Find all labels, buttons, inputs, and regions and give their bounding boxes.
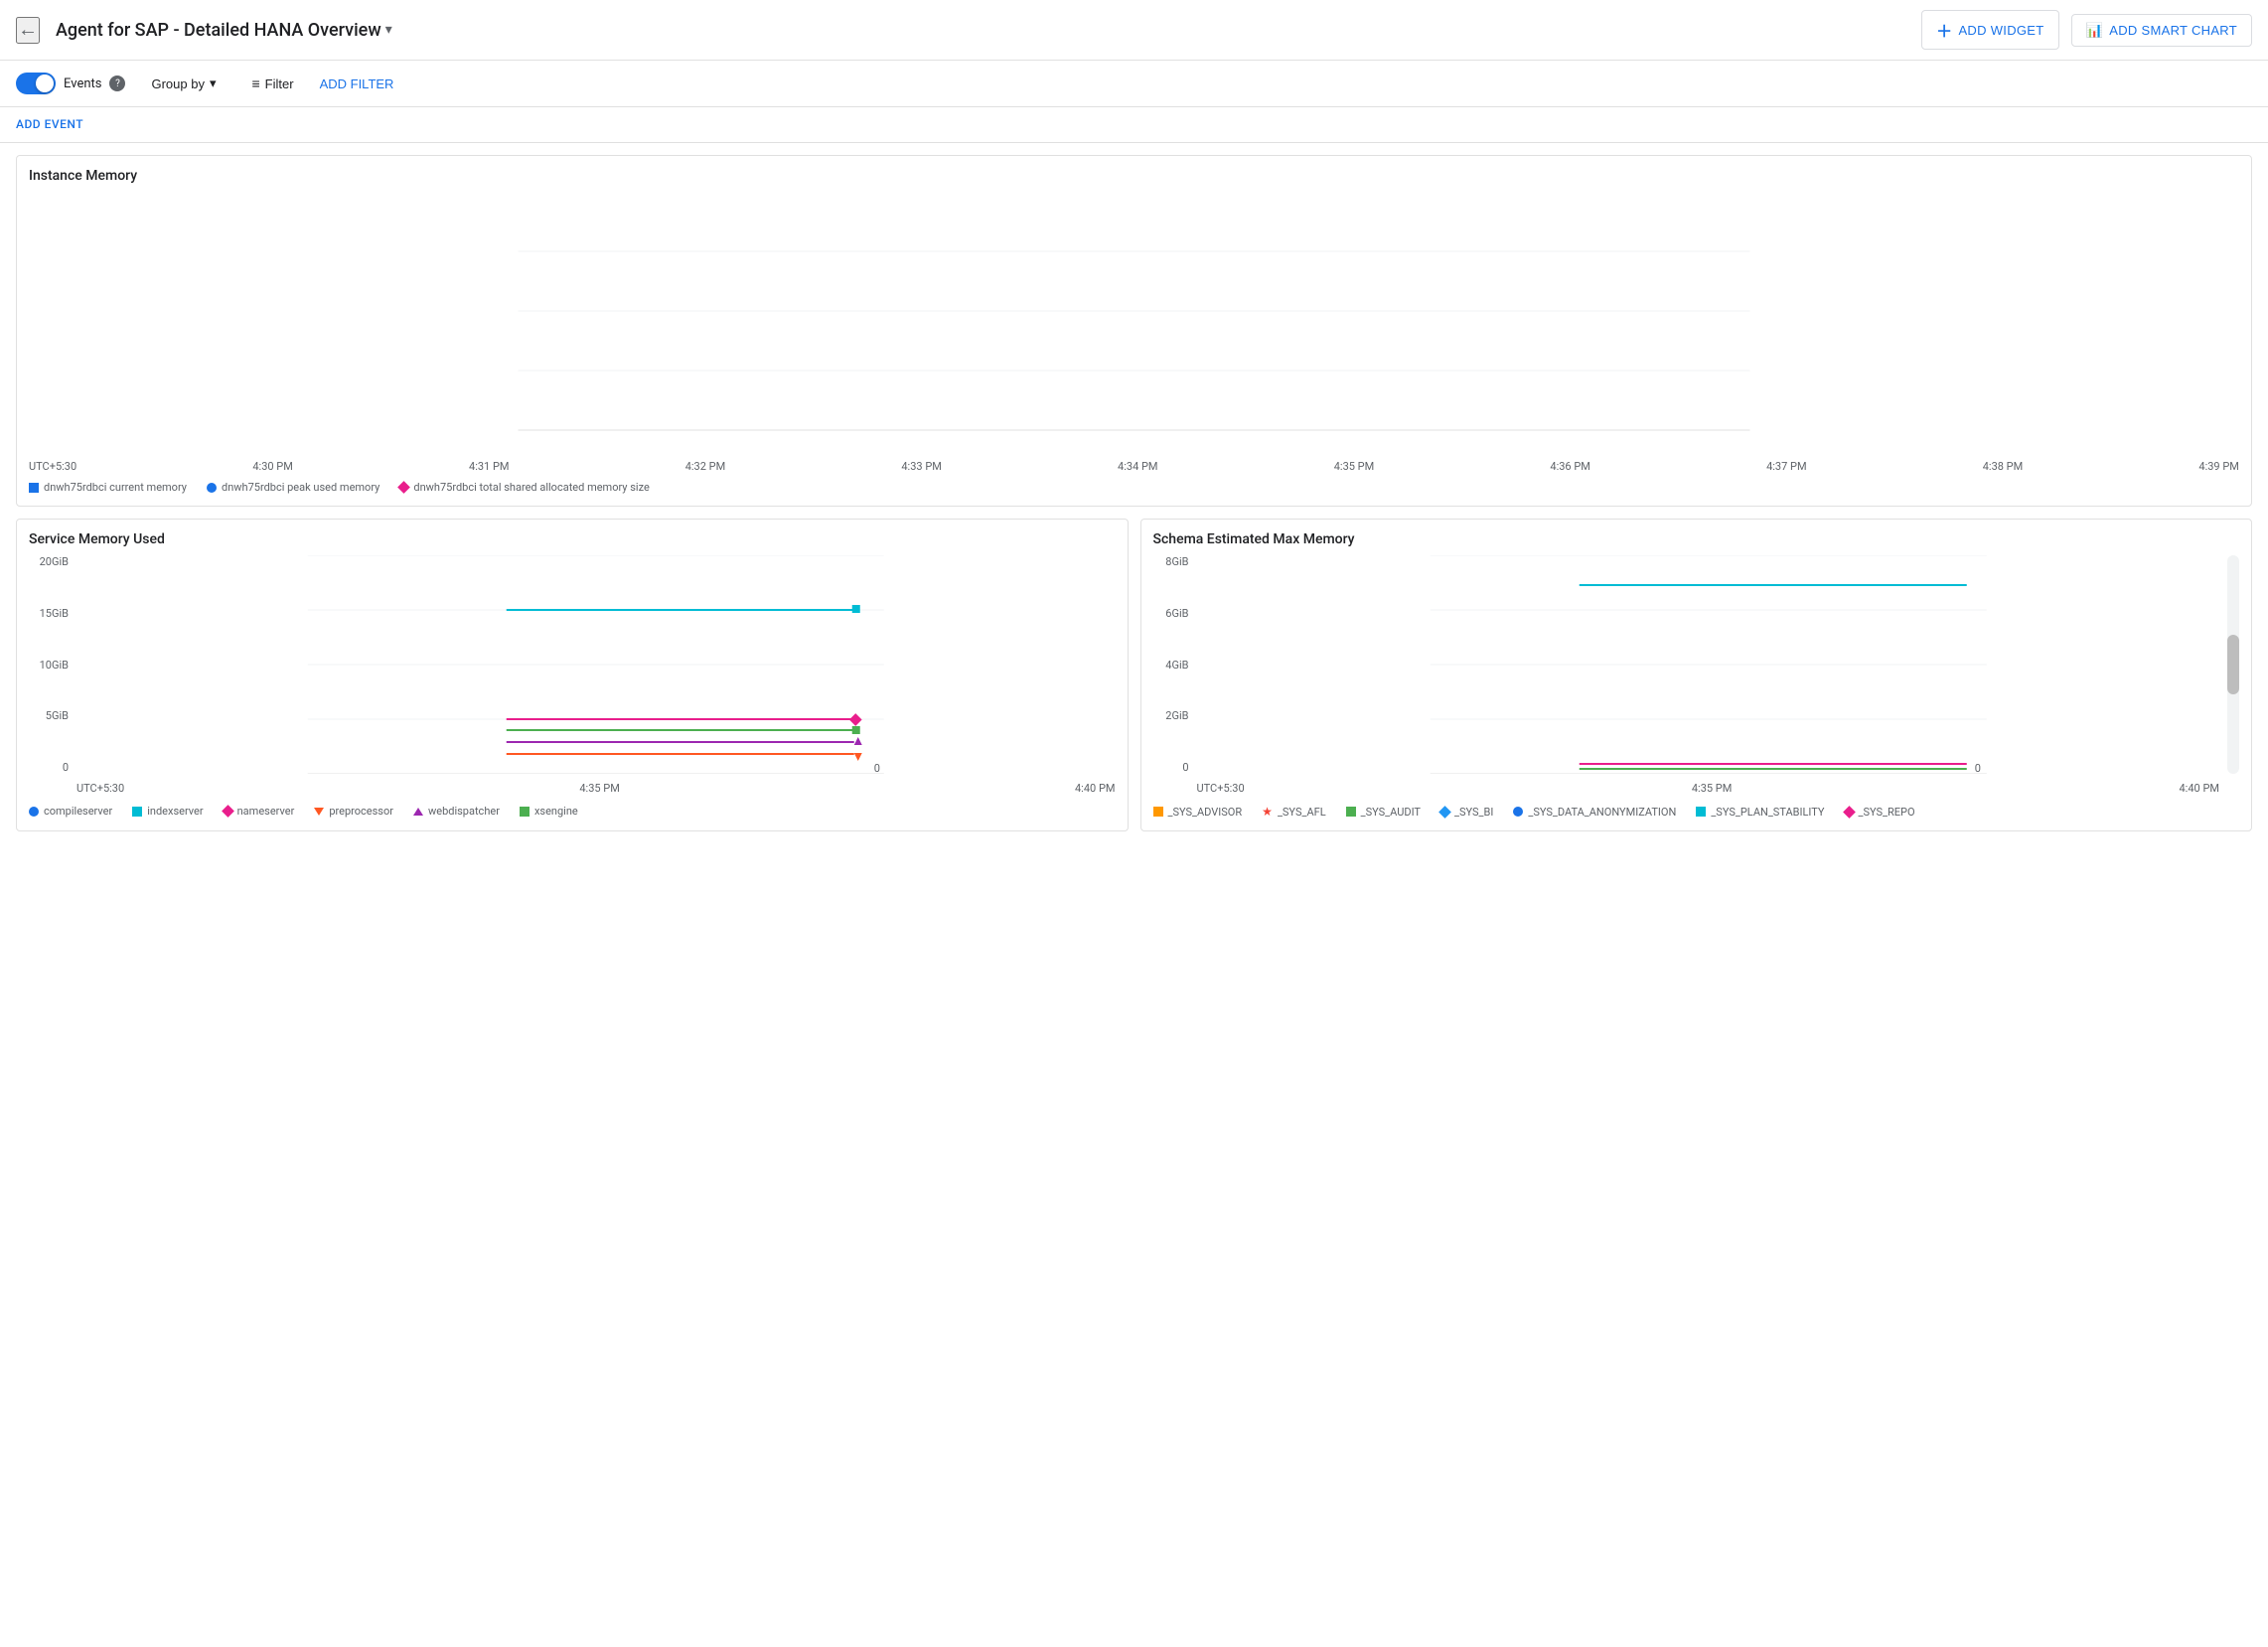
preprocessor-icon: [314, 808, 324, 816]
svg-text:0: 0: [874, 762, 880, 774]
sys-afl-icon: ★: [1262, 805, 1273, 819]
page-header: ← Agent for SAP - Detailed HANA Overview…: [0, 0, 2268, 61]
webdispatcher-icon: [413, 808, 423, 816]
schema-memory-legend: _SYS_ADVISOR ★ _SYS_AFL _SYS_AUDIT _SYS_…: [1153, 805, 2240, 819]
legend-diamond-icon: [397, 481, 410, 494]
events-toggle-wrap: Events ?: [16, 73, 125, 94]
legend-item-peak-memory: dnwh75rdbci peak used memory: [207, 481, 379, 494]
back-button[interactable]: ←: [16, 17, 40, 44]
events-help-icon[interactable]: ?: [109, 75, 125, 91]
sys-advisor-icon: [1153, 807, 1163, 817]
events-toggle[interactable]: [16, 73, 56, 94]
events-label: Events: [64, 76, 101, 91]
filter-button[interactable]: ≡ Filter: [242, 71, 304, 96]
legend-square-icon: [29, 483, 39, 493]
sys-plan-stability-icon: [1696, 807, 1706, 817]
filter-icon: ≡: [252, 75, 260, 91]
schema-memory-chart: 0: [1197, 555, 2220, 774]
header-actions: ＋ ADD WIDGET 📊 ADD SMART CHART: [1921, 10, 2252, 50]
sys-data-anon-icon: [1513, 807, 1523, 817]
schema-memory-title: Schema Estimated Max Memory: [1153, 531, 2240, 547]
schema-memory-y-axis: 8GiB 6GiB 4GiB 2GiB 0: [1153, 555, 1189, 774]
xsengine-icon: [520, 807, 529, 817]
service-memory-y-axis: 20GiB 15GiB 10GiB 5GiB 0: [29, 555, 69, 774]
add-event-link[interactable]: ADD EVENT: [16, 117, 83, 131]
title-dropdown-icon[interactable]: ▾: [385, 22, 392, 38]
instance-memory-legend: dnwh75rdbci current memory dnwh75rdbci p…: [29, 481, 2239, 494]
sys-bi-icon: [1438, 806, 1451, 819]
svg-text:0: 0: [1974, 762, 1980, 774]
service-memory-legend: compileserver indexserver nameserver pre…: [29, 805, 1116, 818]
add-filter-button[interactable]: ADD FILTER: [320, 76, 394, 91]
service-memory-card: Service Memory Used 20GiB 15GiB 10GiB 5G…: [16, 519, 1129, 831]
service-memory-chart: 0: [76, 555, 1116, 774]
instance-memory-card: Instance Memory UTC+5:30 4:30 PM 4:31 PM…: [16, 155, 2252, 507]
bottom-charts: Service Memory Used 20GiB 15GiB 10GiB 5G…: [16, 519, 2252, 831]
schema-memory-scrollbar[interactable]: [2227, 555, 2239, 774]
add-widget-button[interactable]: ＋ ADD WIDGET: [1921, 10, 2058, 50]
group-by-button[interactable]: Group by ▾: [141, 71, 226, 96]
sys-repo-icon: [1843, 806, 1856, 819]
sys-audit-icon: [1346, 807, 1356, 817]
service-memory-title: Service Memory Used: [29, 531, 1116, 547]
chevron-down-icon: ▾: [210, 75, 217, 91]
schema-memory-time-axis: UTC+5:30 4:35 PM 4:40 PM: [1197, 782, 2220, 795]
legend-item-shared-memory: dnwh75rdbci total shared allocated memor…: [399, 481, 649, 494]
legend-item-current-memory: dnwh75rdbci current memory: [29, 481, 187, 494]
instance-memory-chart: [29, 192, 2239, 450]
indexserver-icon: [132, 807, 142, 817]
service-memory-time-axis: UTC+5:30 4:35 PM 4:40 PM: [76, 782, 1116, 795]
compileserver-icon: [29, 807, 39, 817]
plus-icon: ＋: [1936, 18, 1952, 42]
instance-memory-title: Instance Memory: [29, 168, 2239, 184]
legend-circle-icon: [207, 483, 217, 493]
toolbar: Events ? Group by ▾ ≡ Filter ADD FILTER: [0, 61, 2268, 107]
chart-icon: 📊: [2086, 22, 2104, 39]
schema-memory-card: Schema Estimated Max Memory 8GiB 6GiB 4G…: [1140, 519, 2253, 831]
page-title: Agent for SAP - Detailed HANA Overview ▾: [56, 20, 392, 41]
add-smart-chart-button[interactable]: 📊 ADD SMART CHART: [2071, 14, 2252, 47]
add-event-bar: ADD EVENT: [0, 107, 2268, 143]
instance-memory-time-axis: UTC+5:30 4:30 PM 4:31 PM 4:32 PM 4:33 PM…: [29, 454, 2239, 473]
charts-container: Instance Memory UTC+5:30 4:30 PM 4:31 PM…: [0, 143, 2268, 843]
nameserver-icon: [222, 805, 234, 818]
